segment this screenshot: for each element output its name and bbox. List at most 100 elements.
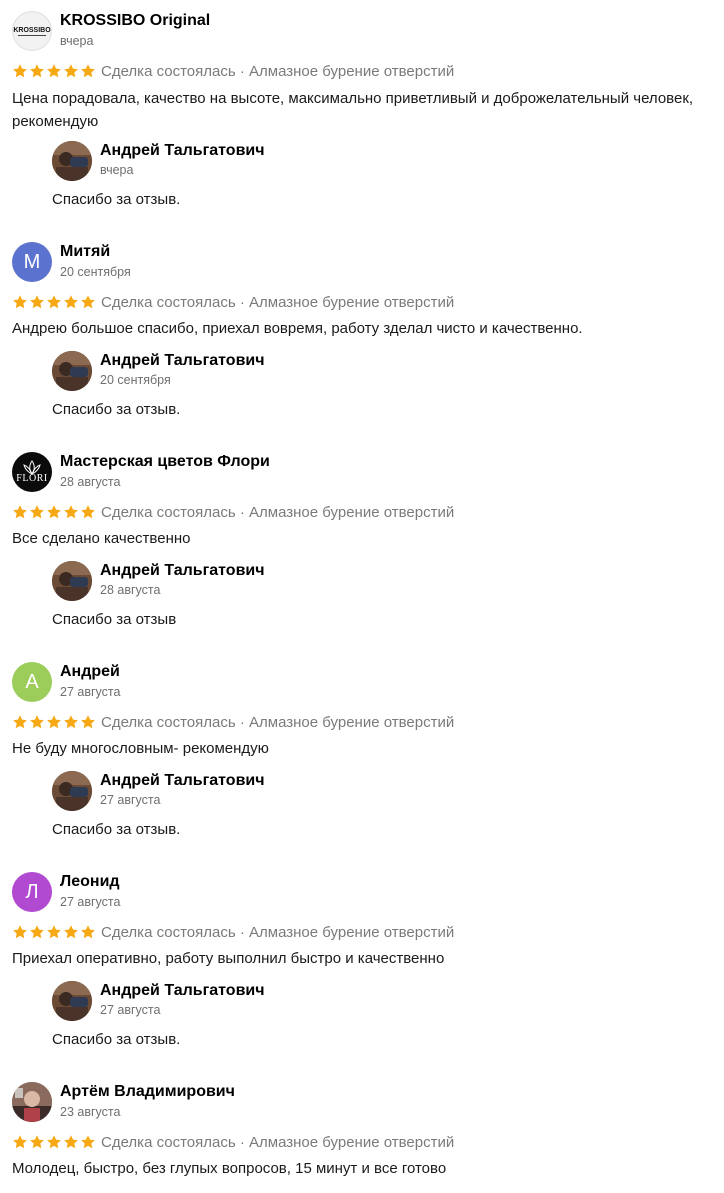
reply-date: 27 августа [100,1003,161,1017]
star-icon [47,715,61,729]
reply-author: Андрей Тальгатович [100,772,265,789]
review-date: 27 августа [60,685,121,699]
review-date: 27 августа [60,895,121,909]
krossibo-logo: KROSSIBO [13,26,51,34]
star-icon [13,1135,27,1149]
user-photo-icon [12,1082,52,1122]
reply-text: Спасибо за отзыв. [52,821,181,838]
star-icon [30,1135,44,1149]
star-icon [64,1135,78,1149]
seller-photo-icon [52,771,92,811]
review-date: 23 августа [60,1105,121,1119]
review-meta: Сделка состоялась · Алмазное бурение отв… [12,1132,454,1152]
reply-author: Андрей Тальгатович [100,562,265,579]
star-icon [30,505,44,519]
star-icon [81,505,95,519]
review-meta: Сделка состоялась · Алмазное бурение отв… [12,61,454,81]
author-avatar[interactable]: KROSSIBO [12,11,52,51]
star-icon [30,64,44,78]
star-icon [64,64,78,78]
reply-text: Спасибо за отзыв. [52,1031,181,1048]
reply-text: Спасибо за отзыв. [52,401,181,418]
star-icon [13,295,27,309]
reply-text: Спасибо за отзыв [52,611,177,628]
seller-avatar [52,351,92,391]
star-icon [81,715,95,729]
star-icon [13,715,27,729]
review-date: 28 августа [60,475,121,489]
author-name[interactable]: KROSSIBO Original [60,12,210,30]
deal-status: Сделка состоялась · Алмазное бурение отв… [101,503,455,521]
star-icon [30,715,44,729]
review-date: вчера [60,34,94,48]
author-name[interactable]: Андрей [60,663,120,681]
reply-author: Андрей Тальгатович [100,982,265,999]
author-name[interactable]: Мастерская цветов Флори [60,453,270,471]
star-icon [64,505,78,519]
deal-status: Сделка состоялась · Алмазное бурение отв… [101,293,455,311]
avatar-letter: А [25,670,39,693]
rating-stars [12,63,96,79]
star-icon [13,64,27,78]
star-icon [81,1135,95,1149]
review-text: Андрею большое спасибо, приехал вовремя,… [12,320,583,337]
rating-stars [12,924,96,940]
reply-date: 28 августа [100,583,161,597]
star-icon [47,925,61,939]
star-icon [81,64,95,78]
star-icon [30,295,44,309]
deal-status: Сделка состоялась · Алмазное бурение отв… [101,713,455,731]
review-text: Приехал оперативно, работу выполнил быст… [12,950,445,967]
reply-date: 20 сентября [100,373,171,387]
seller-photo-icon [52,141,92,181]
review-text: Цена порадовала, качество на высоте, мак… [12,90,694,130]
reply-text: Спасибо за отзыв. [52,191,181,208]
review-meta: Сделка состоялась · Алмазное бурение отв… [12,712,454,732]
deal-status: Сделка состоялась · Алмазное бурение отв… [101,923,455,941]
reply-author: Андрей Тальгатович [100,142,265,159]
avatar-letter: Л [25,880,39,903]
reply-date: 27 августа [100,793,161,807]
seller-avatar [52,771,92,811]
avatar-letter: М [23,250,41,273]
seller-photo-icon [52,981,92,1021]
review-text: Не буду многословным- рекомендую [12,740,269,757]
logo-underline [18,34,46,36]
star-icon [47,1135,61,1149]
review-date: 20 сентября [60,265,131,279]
author-avatar[interactable]: FLORI [12,452,52,492]
author-avatar[interactable]: М [12,242,52,282]
star-icon [13,925,27,939]
author-name[interactable]: Митяй [60,243,110,261]
star-icon [13,505,27,519]
reply-date: вчера [100,163,134,177]
rating-stars [12,1134,96,1150]
author-avatar[interactable]: А [12,662,52,702]
review-meta: Сделка состоялась · Алмазное бурение отв… [12,292,454,312]
star-icon [64,295,78,309]
star-icon [47,64,61,78]
rating-stars [12,504,96,520]
flori-logo: FLORI [16,473,48,484]
rating-stars [12,294,96,310]
star-icon [81,295,95,309]
deal-status: Сделка состоялась · Алмазное бурение отв… [101,62,455,80]
star-icon [30,925,44,939]
author-avatar[interactable]: Л [12,872,52,912]
star-icon [81,925,95,939]
author-name[interactable]: Леонид [60,873,120,891]
review-meta: Сделка состоялась · Алмазное бурение отв… [12,922,454,942]
seller-avatar [52,561,92,601]
star-icon [64,715,78,729]
author-name[interactable]: Артём Владимирович [60,1083,235,1101]
seller-photo-icon [52,351,92,391]
star-icon [47,295,61,309]
deal-status: Сделка состоялась · Алмазное бурение отв… [101,1133,455,1151]
star-icon [64,925,78,939]
review-meta: Сделка состоялась · Алмазное бурение отв… [12,502,454,522]
reply-author: Андрей Тальгатович [100,352,265,369]
review-text: Молодец, быстро, без глупых вопросов, 15… [12,1160,447,1177]
rating-stars [12,714,96,730]
author-avatar[interactable] [12,1082,52,1122]
review-text: Все сделано качественно [12,530,191,547]
